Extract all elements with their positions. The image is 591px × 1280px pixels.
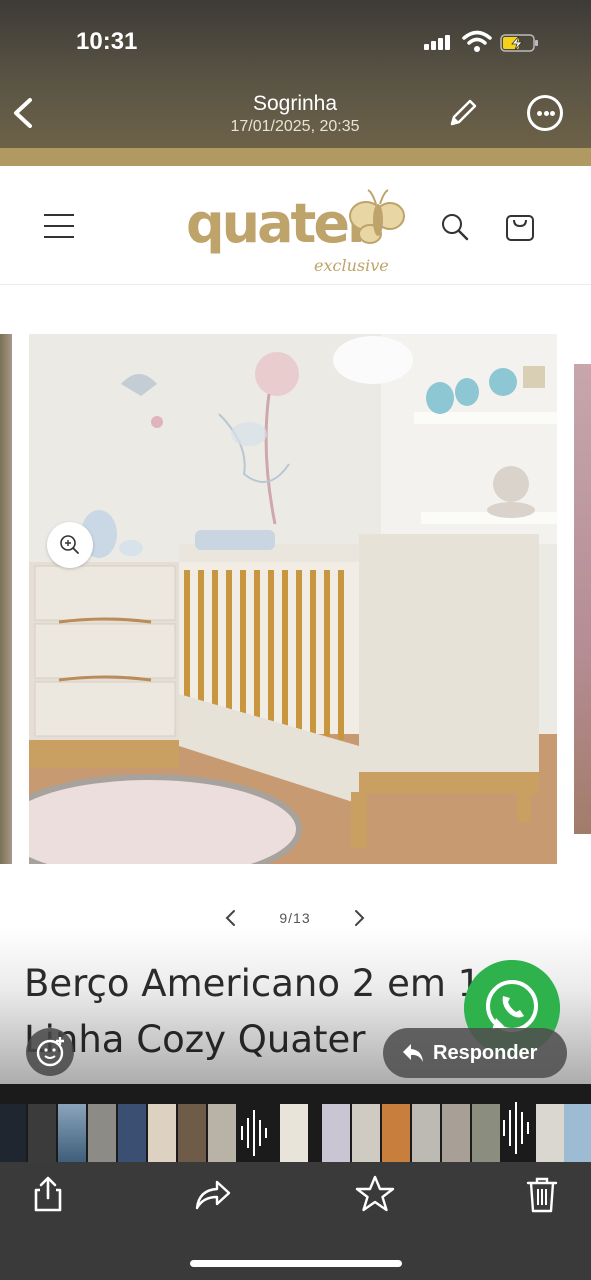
chevron-right-icon[interactable] xyxy=(350,908,368,928)
media-thumbnail[interactable] xyxy=(280,1104,308,1162)
reply-icon xyxy=(403,1044,423,1062)
crib-photo xyxy=(29,334,557,864)
brand-tagline: exclusive xyxy=(314,256,389,275)
media-thumbnail[interactable] xyxy=(0,1104,26,1162)
message-date: 17/01/2025, 20:35 xyxy=(230,118,360,135)
header-divider xyxy=(0,284,591,285)
previous-image-peek[interactable] xyxy=(0,334,12,864)
more-options-button[interactable] xyxy=(527,95,563,131)
media-thumbnail[interactable] xyxy=(352,1104,380,1162)
pencil-icon[interactable] xyxy=(446,96,480,130)
hamburger-icon[interactable] xyxy=(44,214,74,238)
media-thumbnail[interactable] xyxy=(536,1104,564,1162)
media-thumbnail[interactable] xyxy=(382,1104,410,1162)
bottom-toolbar xyxy=(0,1162,591,1280)
product-gallery[interactable] xyxy=(0,334,591,864)
trash-icon[interactable] xyxy=(522,1174,562,1214)
media-thumbnail[interactable] xyxy=(472,1104,500,1162)
butterfly-logo-icon xyxy=(349,189,405,244)
media-thumbnail[interactable] xyxy=(88,1104,116,1162)
share-icon[interactable] xyxy=(28,1174,68,1214)
next-image-peek[interactable] xyxy=(574,364,591,834)
audio-waveform-icon[interactable] xyxy=(500,1098,534,1158)
brand-name: quater xyxy=(186,192,374,255)
media-thumbnail[interactable] xyxy=(178,1104,206,1162)
brand-logo[interactable]: quater exclusive xyxy=(186,186,416,275)
home-indicator[interactable] xyxy=(190,1260,402,1267)
battery-charging-icon xyxy=(500,34,538,52)
zoom-in-icon[interactable] xyxy=(47,522,93,568)
search-icon[interactable] xyxy=(440,212,470,242)
media-thumbnail[interactable] xyxy=(28,1104,56,1162)
audio-waveform-icon[interactable] xyxy=(238,1104,272,1162)
cellular-signal-icon xyxy=(424,34,454,50)
back-button[interactable] xyxy=(8,92,44,134)
chat-name[interactable]: Sogrinha xyxy=(170,92,420,116)
status-time: 10:31 xyxy=(76,28,138,55)
media-thumbnail[interactable] xyxy=(442,1104,470,1162)
wifi-icon xyxy=(462,30,492,52)
media-thumbnail[interactable] xyxy=(322,1104,350,1162)
chevron-left-icon[interactable] xyxy=(222,908,240,928)
product-webpage: quater exclusive 9/13 Berço Americano 2 … xyxy=(0,166,591,1084)
chat-header: 10:31 Sogrinha 17/01/2025, 20:35 xyxy=(0,0,591,148)
website-top-banner xyxy=(0,148,591,166)
forward-icon[interactable] xyxy=(193,1174,233,1214)
media-thumbnail[interactable] xyxy=(148,1104,176,1162)
media-thumbnail[interactable] xyxy=(118,1104,146,1162)
media-thumbnail[interactable] xyxy=(564,1104,591,1162)
media-thumbnail[interactable] xyxy=(412,1104,440,1162)
media-thumbnail-strip[interactable] xyxy=(0,1084,591,1162)
sticker-icon[interactable] xyxy=(26,1028,74,1076)
star-icon[interactable] xyxy=(355,1174,395,1214)
bag-icon[interactable] xyxy=(504,210,536,242)
reply-label: Responder xyxy=(433,1042,538,1064)
media-thumbnail[interactable] xyxy=(208,1104,236,1162)
pager-counter: 9/13 xyxy=(279,910,311,926)
reply-button[interactable]: Responder xyxy=(383,1028,567,1078)
media-thumbnail[interactable] xyxy=(58,1104,86,1162)
gallery-pager: 9/13 xyxy=(0,906,591,932)
product-image[interactable] xyxy=(29,334,557,864)
